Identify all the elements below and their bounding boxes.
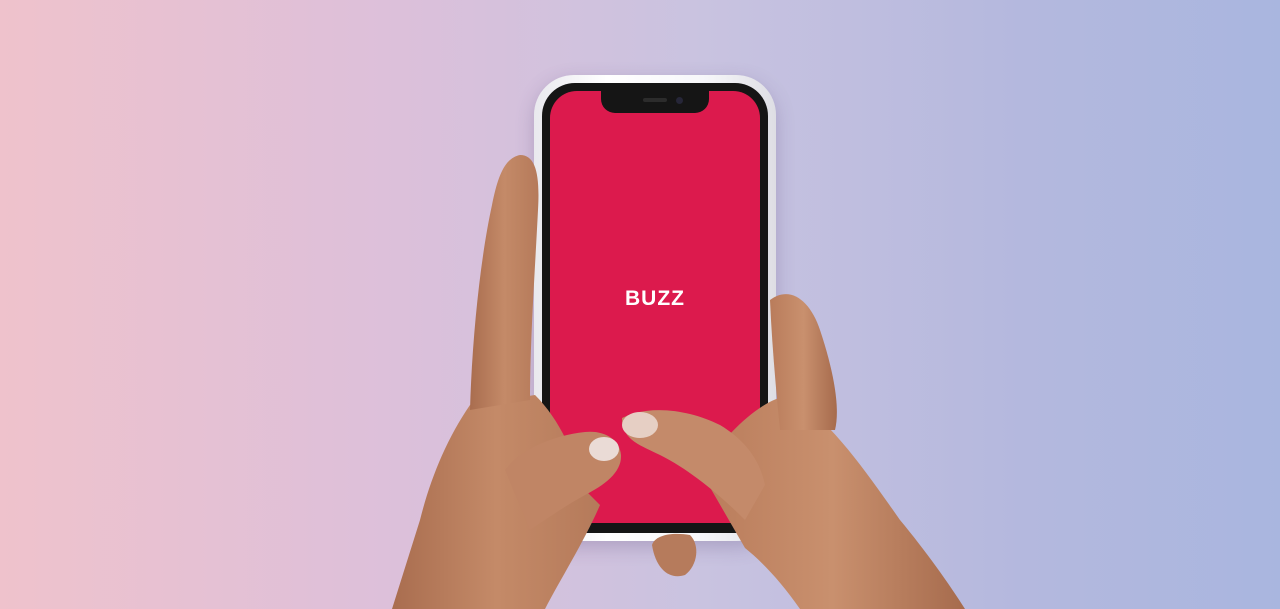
photo-scene: BUZZ [0, 0, 1280, 609]
right-fingertip [652, 533, 697, 577]
right-side-finger [770, 294, 837, 430]
left-index-finger [470, 155, 539, 410]
left-thumbnail [589, 437, 619, 461]
right-thumbnail [622, 412, 658, 438]
hands [392, 155, 965, 609]
